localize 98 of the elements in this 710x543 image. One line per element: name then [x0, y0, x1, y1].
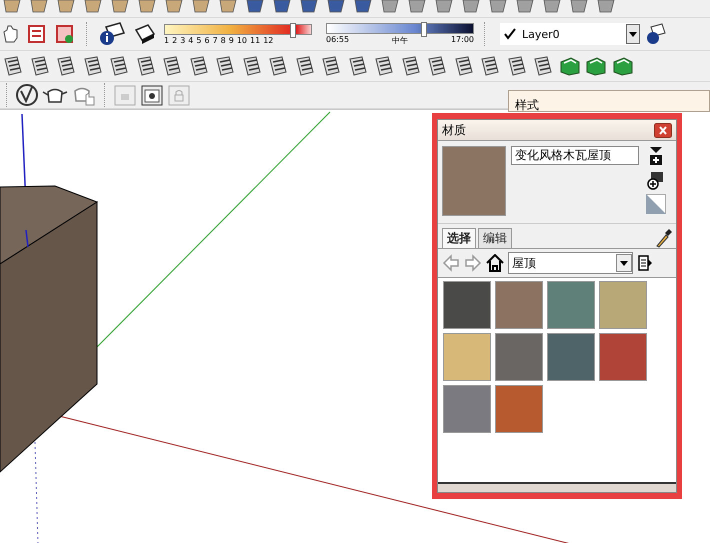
- tool-icon[interactable]: [353, 0, 373, 14]
- tool-icon[interactable]: [29, 0, 49, 14]
- month-label: 7: [212, 36, 218, 44]
- tool-icon[interactable]: [426, 55, 448, 77]
- tool-icon[interactable]: [585, 55, 607, 77]
- tool-icon[interactable]: [2, 55, 24, 77]
- slider-thumb[interactable]: [290, 22, 296, 38]
- material-preview: [442, 146, 506, 216]
- tool-icon[interactable]: [267, 55, 289, 77]
- slider-thumb[interactable]: [421, 22, 428, 36]
- tool-icon[interactable]: [380, 0, 400, 14]
- tool-icon[interactable]: [299, 0, 319, 14]
- material-swatch[interactable]: [495, 385, 543, 433]
- tool-icon[interactable]: [558, 55, 580, 77]
- tool-icon[interactable]: [164, 0, 184, 14]
- tool-icon[interactable]: [373, 55, 395, 77]
- tab[interactable]: 编辑: [478, 228, 512, 248]
- tool-icon[interactable]: [452, 55, 474, 77]
- tool-icon[interactable]: [240, 55, 262, 77]
- hand-icon[interactable]: [2, 24, 20, 44]
- tool-icon[interactable]: [434, 0, 454, 14]
- month-label: 6: [204, 36, 210, 44]
- tool-icon[interactable]: [161, 55, 183, 77]
- tool-icon[interactable]: [108, 55, 130, 77]
- tool-icon[interactable]: [488, 0, 508, 14]
- tool-icon[interactable]: [612, 55, 634, 77]
- month-label: 11: [250, 36, 260, 44]
- tool-icon[interactable]: [28, 55, 50, 77]
- month-label: 2: [172, 36, 178, 44]
- tool-icon[interactable]: [569, 0, 589, 14]
- month-label: 10: [236, 36, 248, 44]
- tool-icon[interactable]: [214, 55, 236, 77]
- shadow-icon[interactable]: [132, 22, 158, 46]
- tool-icon[interactable]: [55, 55, 77, 77]
- styles-panel-header[interactable]: 样式: [508, 90, 710, 112]
- panel-title: 样式: [515, 98, 539, 112]
- home-icon[interactable]: [486, 254, 504, 272]
- tool-icon[interactable]: [515, 0, 535, 14]
- material-swatch[interactable]: [443, 281, 491, 329]
- month-label: 9: [228, 36, 234, 44]
- document-icon[interactable]: [26, 23, 48, 45]
- tool-icon[interactable]: [506, 55, 528, 77]
- tool-icon[interactable]: [294, 55, 316, 77]
- create-material-icon[interactable]: [648, 146, 664, 166]
- window-icon[interactable]: [140, 83, 164, 107]
- tool-icon[interactable]: [2, 0, 22, 14]
- material-swatch[interactable]: [495, 281, 543, 329]
- time-label: 17:00: [450, 34, 474, 46]
- month-label: 3: [180, 36, 186, 44]
- tab[interactable]: 选择: [442, 228, 476, 248]
- tool-icon[interactable]: [56, 0, 76, 14]
- material-swatch[interactable]: [443, 385, 491, 433]
- material-name-field[interactable]: 变化风格木瓦屋顶: [511, 146, 639, 165]
- collection-dropdown[interactable]: 屋顶: [508, 252, 633, 274]
- tool-icon[interactable]: [245, 0, 265, 14]
- add-to-model-icon[interactable]: [647, 170, 665, 190]
- tool-icon[interactable]: [82, 55, 104, 77]
- close-icon[interactable]: [654, 122, 672, 138]
- tool-icon[interactable]: [320, 55, 342, 77]
- tool-icon[interactable]: [532, 55, 554, 77]
- tool-icon[interactable]: [400, 55, 422, 77]
- material-swatch[interactable]: [495, 333, 543, 381]
- tool-icon[interactable]: [218, 0, 238, 14]
- month-label: 1: [164, 36, 170, 44]
- month-label: 12: [263, 36, 274, 44]
- panel-title: 材质: [442, 122, 466, 138]
- tool-icon[interactable]: [272, 0, 292, 14]
- info-icon[interactable]: [98, 21, 126, 47]
- tool-icon[interactable]: [596, 0, 616, 14]
- material-swatch[interactable]: [547, 333, 595, 381]
- month-label: 8: [220, 36, 226, 44]
- tool-icon[interactable]: [83, 0, 103, 14]
- eyedropper-icon[interactable]: [654, 228, 672, 248]
- material-swatch[interactable]: [599, 333, 647, 381]
- material-swatch[interactable]: [443, 333, 491, 381]
- tool-icon[interactable]: [326, 0, 346, 14]
- document-icon[interactable]: [54, 23, 76, 45]
- details-arrow-icon[interactable]: [637, 253, 653, 273]
- tool-icon[interactable]: [137, 0, 157, 14]
- tool-icon[interactable]: [542, 0, 562, 14]
- back-arrow-icon[interactable]: [442, 254, 460, 272]
- layer-info-icon[interactable]: [646, 23, 666, 45]
- tool-icon[interactable]: [191, 0, 211, 14]
- tool-icon[interactable]: [407, 0, 427, 14]
- time-label: 中午: [392, 34, 408, 46]
- time-label: 06:55: [326, 34, 350, 46]
- material-swatch[interactable]: [547, 281, 595, 329]
- tool-icon[interactable]: [346, 55, 368, 77]
- tool-icon[interactable]: [479, 55, 501, 77]
- tool-icon[interactable]: [188, 55, 210, 77]
- tool-icon[interactable]: [461, 0, 481, 14]
- tool-icon[interactable]: [110, 0, 130, 14]
- month-label: 4: [188, 36, 194, 44]
- v-circle-icon[interactable]: [15, 83, 39, 107]
- tool-icon[interactable]: [134, 55, 156, 77]
- layer-dropdown[interactable]: Layer0: [500, 23, 640, 45]
- material-swatch[interactable]: [599, 281, 647, 329]
- month-label: 5: [196, 36, 202, 44]
